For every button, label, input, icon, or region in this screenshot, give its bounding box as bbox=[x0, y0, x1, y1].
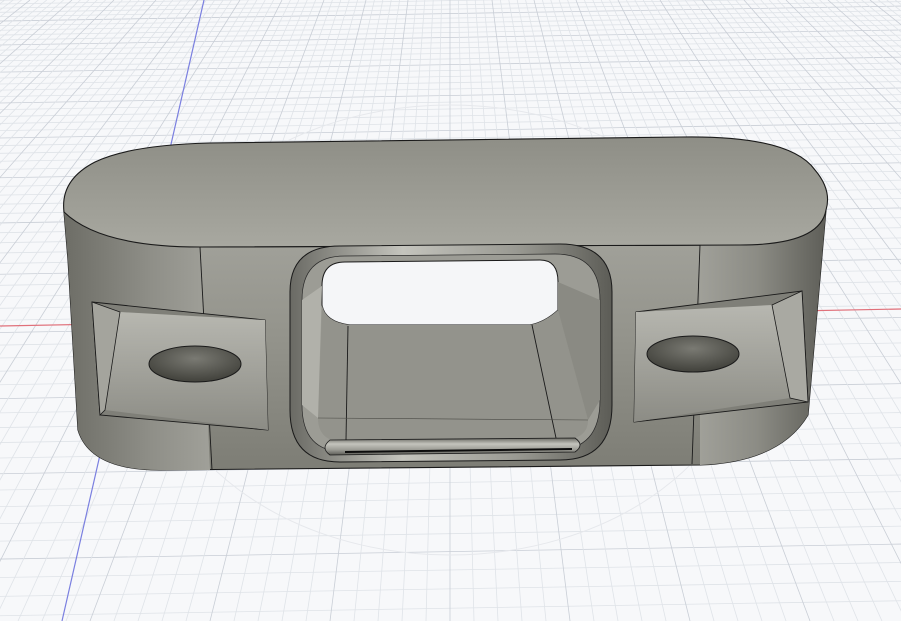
grid-line bbox=[878, 0, 901, 19]
3d-part-body[interactable] bbox=[63, 136, 829, 471]
grid-line bbox=[0, 0, 81, 74]
grid-line bbox=[886, 0, 901, 12]
grid-line bbox=[0, 0, 22, 18]
grid-line bbox=[0, 474, 901, 491]
slot-floor bbox=[318, 305, 588, 442]
grid-line bbox=[0, 0, 31, 25]
grid-line bbox=[0, 74, 901, 91]
grid-line bbox=[0, 0, 48, 40]
grid-line bbox=[0, 580, 901, 597]
grid-line bbox=[0, 543, 901, 560]
grid-line bbox=[0, 115, 901, 132]
grid-line bbox=[0, 600, 901, 617]
grid-line bbox=[0, 14, 901, 31]
grid-line bbox=[0, 87, 901, 104]
grid-line bbox=[0, 525, 901, 542]
right-mount-pocket[interactable] bbox=[633, 290, 809, 423]
grid-line bbox=[861, 0, 901, 33]
grid-line bbox=[0, 508, 901, 525]
left-mount-hole[interactable] bbox=[148, 345, 242, 383]
grid-line bbox=[852, 0, 901, 41]
grid-line bbox=[0, 0, 56, 48]
grid-line bbox=[0, 0, 6, 5]
grid-line bbox=[0, 0, 14, 11]
grid-line bbox=[869, 0, 901, 26]
3d-viewport-canvas[interactable] bbox=[0, 0, 901, 621]
slot-opening bbox=[321, 259, 559, 326]
grid-line bbox=[0, 0, 39, 32]
grid-line bbox=[0, 94, 901, 111]
grid-line bbox=[894, 0, 901, 5]
central-slot[interactable] bbox=[289, 243, 613, 463]
left-mount-pocket[interactable] bbox=[91, 301, 269, 431]
top-face bbox=[63, 136, 829, 248]
grid-line bbox=[0, 108, 901, 124]
right-mount-hole[interactable] bbox=[646, 335, 740, 373]
viewport-svg bbox=[0, 0, 901, 621]
